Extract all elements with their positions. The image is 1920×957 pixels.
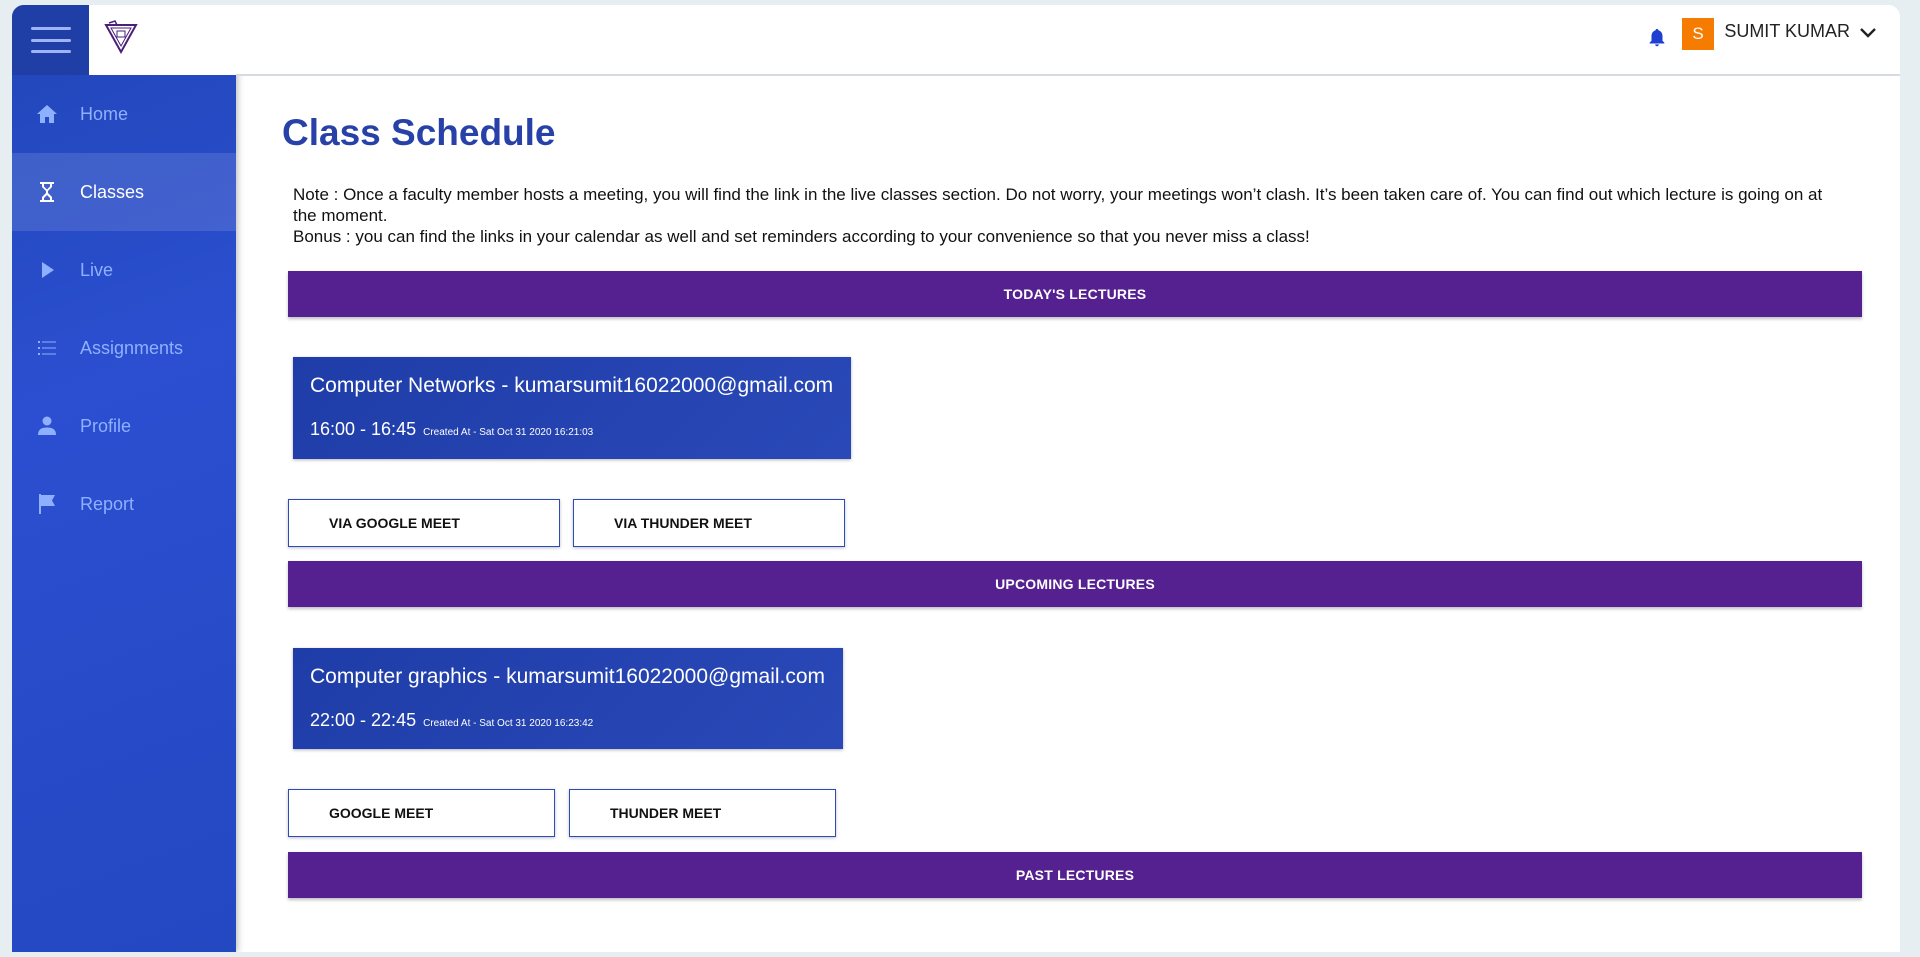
thunder-meet-button[interactable]: THUNDER MEET <box>569 789 836 837</box>
sidebar-item-report[interactable]: Report <box>12 465 236 543</box>
logo-icon <box>104 20 138 55</box>
past-lectures-header[interactable]: PAST LECTURES <box>288 852 1862 898</box>
schedule-note: Note : Once a faculty member hosts a mee… <box>293 184 1823 247</box>
play-icon <box>34 257 60 283</box>
sidebar-item-label: Profile <box>80 415 132 436</box>
sidebar-item-label: Classes <box>80 181 145 202</box>
home-icon <box>34 101 60 127</box>
menu-button[interactable] <box>12 5 89 75</box>
sidebar-item-label: Live <box>80 259 114 280</box>
sidebar-item-live[interactable]: Live <box>12 231 236 309</box>
sidebar-item-profile[interactable]: Profile <box>12 387 236 465</box>
thunder-meet-button[interactable]: VIA THUNDER MEET <box>573 499 845 547</box>
avatar[interactable]: S <box>1682 18 1714 50</box>
lecture-card: Computer Networks - kumarsumit16022000@g… <box>293 357 851 459</box>
sidebar-item-label: Home <box>80 103 129 124</box>
bonus-text: Bonus : you can find the links in your c… <box>293 227 1310 246</box>
person-icon <box>34 413 60 439</box>
lecture-title: Computer Networks - kumarsumit16022000@g… <box>310 374 834 397</box>
lecture-card: Computer graphics - kumarsumit16022000@g… <box>293 648 843 749</box>
top-bar: S SUMIT KUMAR <box>236 5 1900 76</box>
sidebar-item-home[interactable]: Home <box>12 75 236 153</box>
chevron-down-icon[interactable] <box>1858 23 1878 43</box>
sidebar-item-assignments[interactable]: Assignments <box>12 309 236 387</box>
lecture-created: Created At - Sat Oct 31 2020 16:23:42 <box>423 718 594 729</box>
lecture-time-row: 16:00 - 16:45 Created At - Sat Oct 31 20… <box>310 419 593 440</box>
lecture-time: 22:00 - 22:45 <box>310 710 417 730</box>
upcoming-lectures-header[interactable]: UPCOMING LECTURES <box>288 561 1862 607</box>
todays-lectures-header[interactable]: TODAY'S LECTURES <box>288 271 1862 317</box>
lecture-created: Created At - Sat Oct 31 2020 16:21:03 <box>423 427 594 438</box>
lecture-time-row: 22:00 - 22:45 Created At - Sat Oct 31 20… <box>310 710 593 731</box>
sidebar-item-label: Assignments <box>80 337 184 358</box>
hamburger-icon <box>30 27 71 53</box>
sidebar-item-label: Report <box>80 493 135 514</box>
lecture-time: 16:00 - 16:45 <box>310 419 417 439</box>
hourglass-icon <box>34 179 60 205</box>
google-meet-button[interactable]: GOOGLE MEET <box>288 789 555 837</box>
main-content: Class Schedule Note : Once a faculty mem… <box>236 76 1900 952</box>
user-name[interactable]: SUMIT KUMAR <box>1724 21 1850 42</box>
note-text: Note : Once a faculty member hosts a mee… <box>293 185 1823 225</box>
logo-area <box>89 5 236 75</box>
google-meet-button[interactable]: VIA GOOGLE MEET <box>288 499 560 547</box>
lecture-title: Computer graphics - kumarsumit16022000@g… <box>310 665 826 688</box>
sidebar-item-classes[interactable]: Classes <box>12 153 236 231</box>
list-icon <box>34 335 60 361</box>
sidebar-nav: Home Classes Live Assignments Profile Re… <box>12 75 236 543</box>
bell-icon[interactable] <box>1646 27 1668 49</box>
app-window: Home Classes Live Assignments Profile Re… <box>12 5 1900 952</box>
sidebar: Home Classes Live Assignments Profile Re… <box>12 5 236 952</box>
flag-icon <box>34 491 60 517</box>
page-title: Class Schedule <box>282 112 556 153</box>
